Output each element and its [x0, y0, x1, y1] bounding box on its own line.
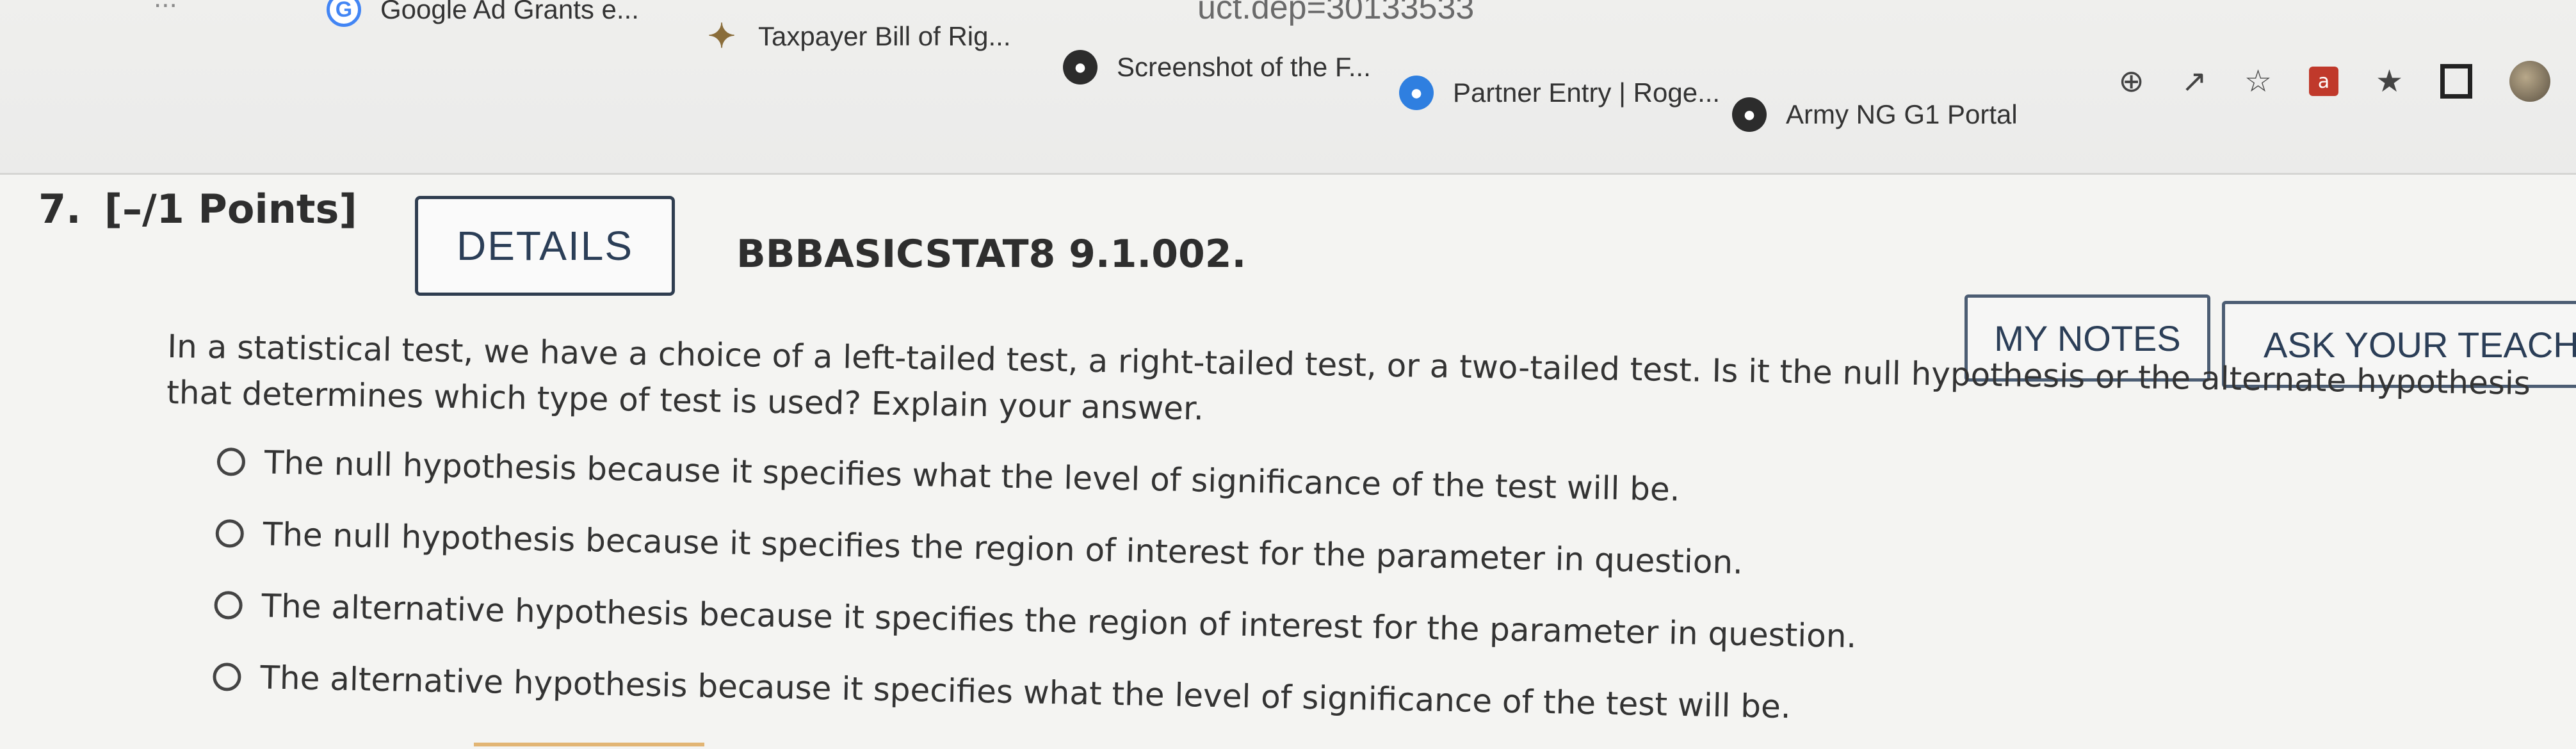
bookmark-fragment[interactable]: ... — [154, 0, 177, 14]
browser-toolbar: ⊕ ↗ ☆ a ★ — [2119, 59, 2550, 104]
window-icon[interactable] — [2440, 64, 2472, 99]
question-code: BBBASICSTAT8 9.1.002. — [736, 232, 1247, 277]
option-label: The null hypothesis because it specifies… — [264, 444, 1681, 508]
bookmark-screenshot[interactable]: ● Screenshot of the F... — [1063, 50, 1371, 85]
option-label: The alternative hypothesis because it sp… — [261, 587, 1857, 656]
partner-icon: ● — [1399, 76, 1434, 110]
answer-options: The null hypothesis because it specifies… — [212, 426, 1859, 744]
bookmark-google-ad-grants[interactable]: G Google Ad Grants e... — [327, 0, 639, 27]
question-points: [–/1 Points] — [104, 186, 357, 232]
url-fragment[interactable]: uct.dep=30133533 — [1197, 0, 1474, 27]
globe-icon: ● — [1063, 50, 1098, 85]
taxpayer-icon: ✦ — [708, 18, 736, 55]
bookmark-army-ng[interactable]: ● Army NG G1 Portal — [1732, 97, 2018, 132]
radio-button[interactable] — [216, 447, 246, 476]
google-icon: G — [327, 0, 361, 27]
bookmark-label: Partner Entry | Roge... — [1453, 77, 1721, 108]
radio-button[interactable] — [213, 662, 241, 691]
star-icon[interactable]: ☆ — [2244, 63, 2272, 99]
details-button[interactable]: DETAILS — [415, 196, 675, 296]
puzzle-icon[interactable]: ★ — [2376, 63, 2403, 99]
next-element-edge — [474, 743, 704, 746]
question-number: 7. — [38, 186, 81, 232]
globe-icon: ● — [1732, 97, 1767, 132]
extension-a-icon[interactable]: a — [2308, 67, 2338, 96]
question-header: 7. [–/1 Points] — [38, 186, 357, 232]
radio-button[interactable] — [215, 519, 245, 548]
bookmark-label: Taxpayer Bill of Rig... — [758, 21, 1011, 51]
bookmark-label: Google Ad Grants e... — [380, 0, 639, 24]
bookmark-taxpayer-bill[interactable]: ✦ Taxpayer Bill of Rig... — [704, 18, 1011, 55]
option-label: The null hypothesis because it specifies… — [263, 515, 1744, 581]
option-label: The alternative hypothesis because it sp… — [259, 659, 1792, 726]
zoom-icon[interactable]: ⊕ — [2119, 63, 2144, 99]
profile-avatar[interactable] — [2509, 61, 2550, 102]
bookmark-label: Screenshot of the F... — [1117, 52, 1371, 82]
browser-chrome: ... uct.dep=30133533 G Google Ad Grants … — [0, 0, 2576, 175]
bookmark-label: Army NG G1 Portal — [1786, 99, 2018, 129]
share-icon[interactable]: ↗ — [2182, 63, 2207, 99]
bookmark-partner-entry[interactable]: ● Partner Entry | Roge... — [1399, 76, 1720, 110]
radio-button[interactable] — [214, 590, 243, 620]
